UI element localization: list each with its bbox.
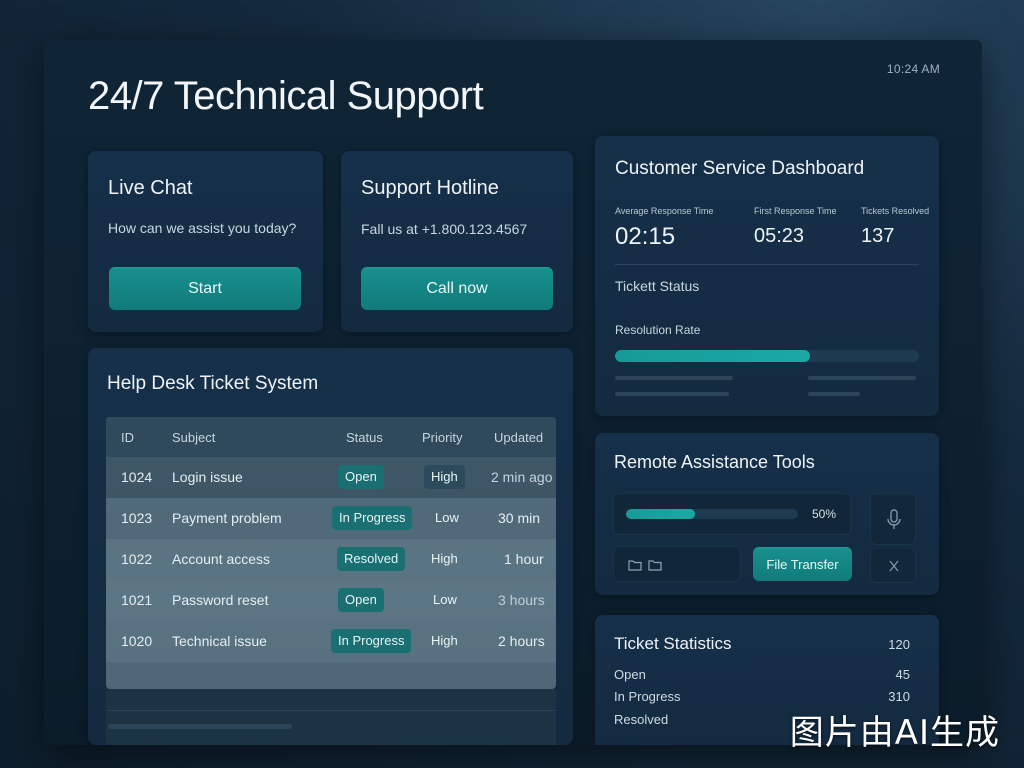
ticket-updated: 1 hour [504,551,544,567]
hotline-text: Fall us at +1.800.123.4567 [361,221,528,237]
ai-generated-watermark: 图片由AI生成 [789,713,1000,753]
call-now-button[interactable]: Call now [361,267,553,310]
table-header: ID Subject Status Priority Updated [106,417,556,457]
stat-open-label: Open [614,667,646,682]
remote-progress-fill [626,509,695,519]
placeholder-line [615,392,729,396]
file-transfer-button[interactable]: File Transfer [753,547,852,581]
placeholder-line [808,376,916,380]
live-chat-card: Live Chat How can we assist you today? S… [88,151,323,332]
ticket-id: 1022 [121,551,153,567]
priority-badge: High [431,551,458,566]
ticket-id: 1023 [121,510,153,526]
folder-icon [628,560,642,571]
table-row[interactable]: 1020 Technical issue In Progress High 2 … [106,621,556,662]
ticket-updated: 3 hours [498,592,545,608]
ticket-subject: Password reset [172,592,269,608]
placeholder-line [808,392,860,396]
resolution-rate-fill [615,350,810,362]
dashboard-title: Customer Service Dashboard [615,158,865,179]
table-row[interactable]: 1024 Login issue Open High 2 min ago [106,457,556,498]
page-title: 24/7 Technical Support [88,74,484,118]
ticket-id: 1024 [121,469,153,485]
col-status[interactable]: Status [346,430,383,445]
live-chat-title: Live Chat [108,177,193,199]
microphone-icon [887,509,901,529]
folder-icon [648,560,662,571]
ticket-updated: 2 hours [498,633,545,649]
avg-response-label: Average Response Time [615,206,714,216]
ticket-id: 1020 [121,633,153,649]
remote-progress-bar [626,509,798,519]
scrollbar-thumb[interactable] [108,724,292,729]
hotline-title: Support Hotline [361,177,499,199]
table-row[interactable]: 1021 Password reset Open Low 3 hours [106,580,556,621]
remote-progress-label: 50% [811,507,836,521]
ticket-status-label: Tickett Status [615,278,700,294]
start-chat-button[interactable]: Start [109,267,301,310]
priority-badge: Low [435,510,459,525]
ticket-system-title: Help Desk Ticket System [107,373,319,394]
ticket-updated: 2 min ago [491,469,553,485]
disconnect-button[interactable] [870,549,916,583]
ticket-subject: Payment problem [172,510,282,526]
support-hotline-card: Support Hotline Fall us at +1.800.123.45… [341,151,573,332]
first-response-value: 05:23 [754,225,805,247]
table-divider [108,710,556,711]
ticket-id: 1021 [121,592,153,608]
col-priority[interactable]: Priority [422,430,462,445]
table-footer [106,689,556,745]
col-updated[interactable]: Updated [494,430,543,445]
col-subject[interactable]: Subject [172,430,215,445]
stat-resolved-label: Resolved [614,712,669,727]
status-badge: In Progress [331,629,412,653]
ticket-total-value: 120 [888,637,910,652]
priority-badge: High [431,633,458,648]
ticket-updated: 30 min [498,510,541,526]
table-row[interactable]: 1023 Payment problem In Progress Low 30 … [106,498,556,539]
ticket-table: ID Subject Status Priority Updated 1024 … [106,417,556,689]
support-window: 10:24 AM 24/7 Technical Support Live Cha… [44,40,982,745]
stat-open-value: 45 [895,667,910,682]
status-badge: In Progress [332,506,413,530]
remote-tools-title: Remote Assistance Tools [614,452,815,472]
resolution-rate-label: Resolution Rate [615,323,701,337]
dashboard-divider [615,264,919,265]
tickets-resolved-label: Tickets Resolved [861,206,930,216]
ticket-subject: Technical issue [172,633,267,649]
status-badge: Open [338,465,384,489]
priority-badge: Low [433,592,457,607]
dashboard-card: Customer Service Dashboard Average Respo… [595,136,939,416]
close-icon [889,560,899,572]
remote-progress-box: 50% [613,493,851,535]
table-row[interactable]: 1022 Account access Resolved High 1 hour [106,539,556,580]
stat-in-progress-label: In Progress [614,689,681,704]
first-response-label: First Response Time [754,206,837,216]
priority-badge: High [424,465,465,489]
live-chat-text: How can we assist you today? [108,220,297,236]
stat-in-progress-value: 310 [888,689,910,704]
ticket-subject: Account access [172,551,271,567]
status-badge: Open [338,588,384,612]
file-picker[interactable] [613,546,741,582]
status-badge: Resolved [337,547,406,571]
microphone-button[interactable] [870,493,916,545]
clock: 10:24 AM [886,62,940,76]
tickets-resolved-value: 137 [861,225,895,247]
col-id[interactable]: ID [121,430,134,445]
ticket-statistics-title: Ticket Statistics [614,634,732,653]
ticket-subject: Login issue [172,469,243,485]
avg-response-value: 02:15 [615,223,676,250]
remote-tools-card: Remote Assistance Tools 50% File Transfe… [595,433,939,595]
placeholder-line [615,376,733,380]
resolution-rate-bar [615,350,919,362]
